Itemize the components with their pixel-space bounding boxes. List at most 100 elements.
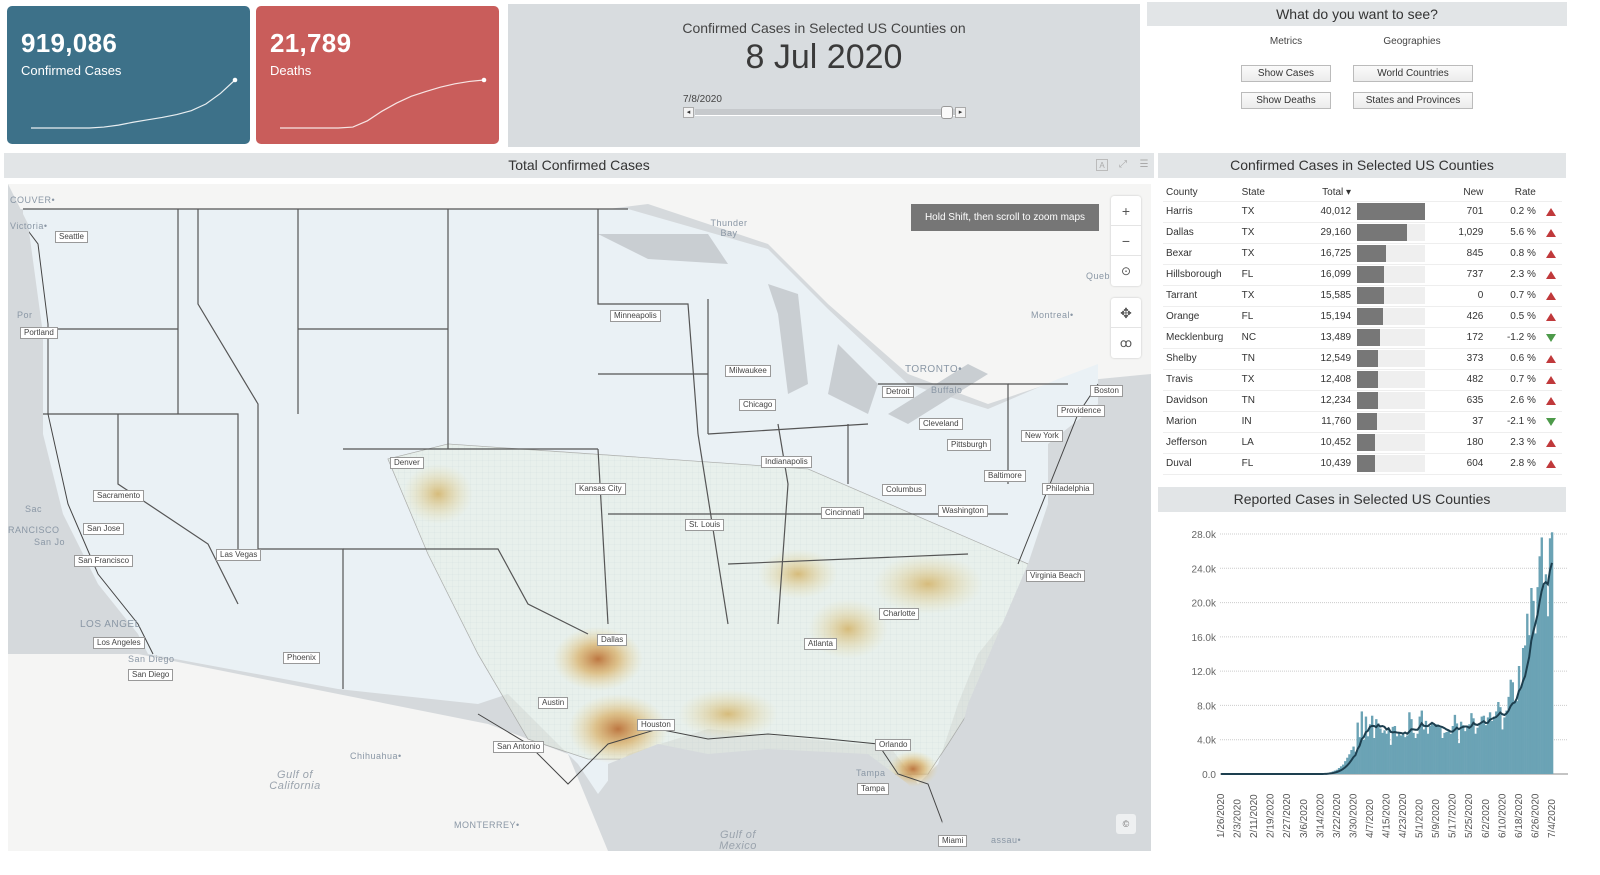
chart-bar[interactable]	[1495, 711, 1498, 774]
chart-bar[interactable]	[1445, 732, 1448, 774]
chart-bar[interactable]	[1385, 733, 1388, 774]
chart-bar[interactable]	[1519, 689, 1523, 774]
chart-bar[interactable]	[1366, 736, 1370, 774]
chart-bar[interactable]	[1503, 717, 1506, 774]
city-label[interactable]: Seattle	[55, 231, 88, 243]
chart-bar[interactable]	[1459, 721, 1463, 774]
table-row[interactable]: Tarrant TX 15,585 0 0.7 %	[1163, 285, 1562, 307]
chart-bar[interactable]	[1449, 733, 1452, 774]
slider-track[interactable]	[695, 109, 955, 116]
pan-tool-button[interactable]: ✥	[1111, 298, 1141, 328]
chart-bar[interactable]	[1373, 738, 1376, 774]
world-countries-button[interactable]: World Countries	[1353, 65, 1473, 82]
chart-bar[interactable]	[1517, 666, 1521, 774]
chart-bar[interactable]	[1499, 707, 1502, 774]
city-label[interactable]: Tampa	[857, 783, 890, 795]
city-label[interactable]: Kansas City	[575, 483, 626, 495]
city-label[interactable]: Cincinnati	[821, 507, 865, 519]
city-label[interactable]: St. Louis	[685, 519, 725, 531]
col-county[interactable]: County	[1163, 184, 1239, 202]
col-new[interactable]: New	[1431, 184, 1487, 202]
city-label[interactable]: Houston	[637, 719, 675, 731]
chart-bar[interactable]	[1404, 737, 1407, 774]
chart-bar[interactable]	[1540, 537, 1543, 774]
lasso-tool-button[interactable]: ꝏ	[1111, 328, 1141, 358]
chart-bar[interactable]	[1370, 715, 1374, 774]
chart-bar[interactable]	[1387, 729, 1390, 774]
reset-view-button[interactable]: ⊙	[1111, 256, 1141, 286]
chart-bar[interactable]	[1490, 720, 1494, 774]
attribution-button[interactable]: ©	[1116, 814, 1136, 834]
chart-bar[interactable]	[1395, 736, 1399, 774]
city-label[interactable]: Miami	[938, 835, 968, 847]
chart-bar[interactable]	[1391, 726, 1395, 774]
chart-bar[interactable]	[1538, 556, 1541, 774]
table-row[interactable]: Jefferson LA 10,452 180 2.3 %	[1163, 432, 1562, 454]
chart-bar[interactable]	[1468, 724, 1471, 774]
chart-bar[interactable]	[1453, 714, 1457, 774]
chart-bar[interactable]	[1455, 723, 1459, 774]
chart-bar[interactable]	[1383, 730, 1386, 774]
table-row[interactable]: Davidson TN 12,234 635 2.6 %	[1163, 390, 1562, 412]
states-provinces-button[interactable]: States and Provinces	[1353, 92, 1473, 109]
city-label[interactable]: Philadelphia	[1042, 483, 1094, 495]
table-row[interactable]: Mecklenburg NC 13,489 172 -1.2 %	[1163, 327, 1562, 349]
city-label[interactable]: San Antonio	[493, 741, 545, 753]
table-row[interactable]: Harris TX 40,012 701 0.2 %	[1163, 201, 1562, 223]
city-label[interactable]: New York	[1021, 430, 1063, 442]
city-label[interactable]: Milwaukee	[725, 365, 771, 377]
city-label[interactable]: Pittsburgh	[947, 439, 992, 451]
chart-bar[interactable]	[1472, 718, 1475, 774]
city-label[interactable]: Las Vegas	[216, 549, 262, 561]
chart-bar[interactable]	[1426, 733, 1430, 774]
city-label[interactable]: Detroit	[882, 386, 914, 398]
table-row[interactable]: Marion IN 11,760 37 -2.1 %	[1163, 411, 1562, 433]
chart-bar[interactable]	[1381, 732, 1384, 774]
table-row[interactable]: Orange FL 15,194 426 0.5 %	[1163, 306, 1562, 328]
city-label[interactable]: Denver	[390, 457, 424, 469]
city-label[interactable]: Cleveland	[919, 418, 963, 430]
chart-bar[interactable]	[1461, 725, 1465, 774]
city-label[interactable]: Sacramento	[93, 490, 145, 502]
table-row[interactable]: Duval FL 10,439 604 2.8 %	[1163, 453, 1562, 475]
chart-bar[interactable]	[1414, 738, 1417, 774]
chart-bar[interactable]	[1544, 574, 1548, 774]
city-label[interactable]: San Jose	[83, 523, 125, 535]
chart-bar[interactable]	[1364, 716, 1368, 774]
chart-bar[interactable]	[1534, 633, 1537, 774]
chart-bar[interactable]	[1546, 616, 1550, 774]
chart-bar[interactable]	[1501, 729, 1504, 774]
table-row[interactable]: Hillsborough FL 16,099 737 2.3 %	[1163, 264, 1562, 286]
slider-prev-button[interactable]: ◂	[683, 107, 694, 118]
chart-bar[interactable]	[1513, 701, 1517, 774]
city-label[interactable]: Boston	[1090, 385, 1123, 397]
chart-bar[interactable]	[1399, 735, 1403, 774]
chart-bar[interactable]	[1412, 732, 1415, 774]
chart-bar[interactable]	[1478, 723, 1481, 774]
city-label[interactable]: Washington	[938, 505, 988, 517]
chart-bar[interactable]	[1424, 720, 1428, 774]
col-rate[interactable]: Rate	[1486, 184, 1539, 202]
slider-thumb[interactable]	[941, 106, 953, 119]
chart-bar[interactable]	[1509, 679, 1512, 774]
chart-bar[interactable]	[1441, 738, 1444, 774]
chart-bar[interactable]	[1435, 724, 1438, 774]
chart-bar[interactable]	[1457, 743, 1461, 774]
city-label[interactable]: San Diego	[128, 669, 174, 681]
city-label[interactable]: Columbus	[882, 484, 927, 496]
zoom-in-button[interactable]: +	[1111, 196, 1141, 226]
chart-bar[interactable]	[1515, 701, 1519, 774]
chart-bar[interactable]	[1408, 712, 1411, 774]
city-label[interactable]: Indianapolis	[761, 456, 812, 468]
chart-bar[interactable]	[1410, 719, 1413, 774]
city-label[interactable]: Chicago	[739, 399, 777, 411]
show-deaths-button[interactable]: Show Deaths	[1241, 92, 1331, 109]
chart-bar[interactable]	[1470, 713, 1473, 774]
city-label[interactable]: Los Angeles	[93, 637, 145, 649]
annotate-icon[interactable]: A	[1096, 159, 1108, 171]
city-label[interactable]: Austin	[538, 697, 569, 709]
chart-bar[interactable]	[1443, 732, 1446, 774]
show-cases-button[interactable]: Show Cases	[1241, 65, 1331, 82]
city-label[interactable]: San Francisco	[74, 555, 134, 567]
table-row[interactable]: Dallas TX 29,160 1,029 5.6 %	[1163, 222, 1562, 244]
